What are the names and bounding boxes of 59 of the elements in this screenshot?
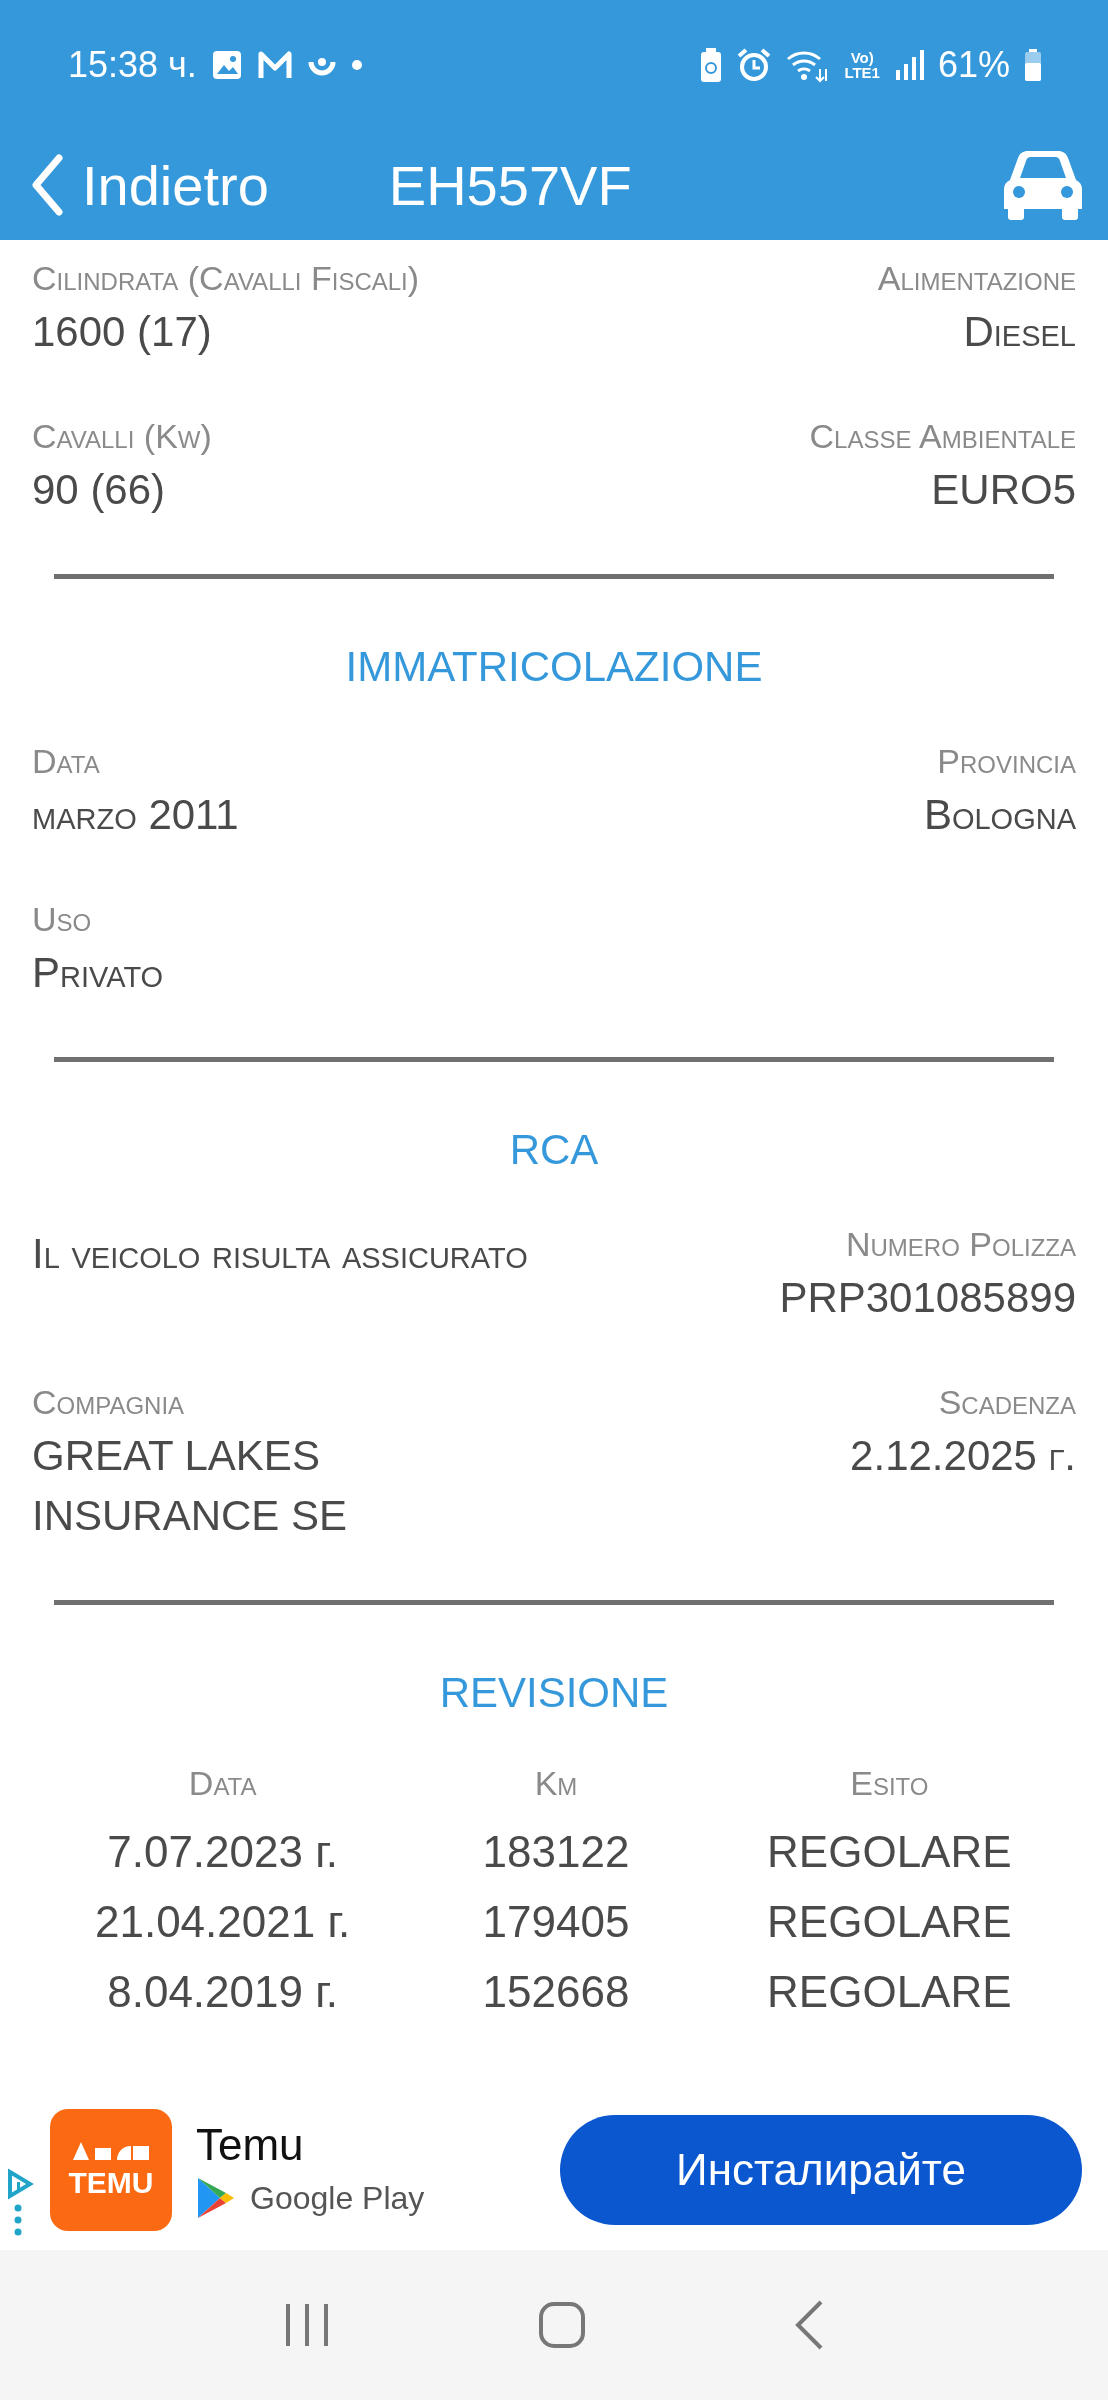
- dot-icon: [350, 59, 363, 71]
- field-label: Compagnia: [32, 1382, 186, 1422]
- field-label: Classe Ambientale: [809, 416, 1076, 456]
- field-value: Bologna: [923, 790, 1076, 840]
- field-label: Cavalli (Kw): [32, 416, 213, 456]
- field-value: Privato: [32, 948, 165, 998]
- app-logo: TEMU: [50, 2109, 172, 2231]
- mail-icon: [256, 50, 293, 80]
- section-title: IMMATRICOLAZIONE: [344, 642, 764, 692]
- field-value: 2.12.2025 г.: [850, 1431, 1076, 1481]
- toys-icon: [71, 2140, 151, 2162]
- section-title: REVISIONE: [438, 1668, 670, 1718]
- field-label: Alimentazione: [877, 258, 1076, 298]
- field-label: Cilindrata (Cavalli Fiscali): [32, 258, 421, 298]
- table-cell-text: 7.07.2023 г.: [106, 1826, 340, 1878]
- field-value: EURO5: [931, 465, 1076, 515]
- table-cell-text: 8.04.2019 г.: [106, 1966, 340, 2018]
- field-label: Data: [32, 741, 101, 781]
- field-value: marzo 2011: [32, 790, 240, 840]
- signal-icon: [893, 50, 924, 80]
- gallery-icon: [210, 49, 243, 81]
- chevron-left-icon: [30, 154, 64, 216]
- store-label: Google Play: [250, 2179, 425, 2217]
- install-button[interactable]: Инсталирайте: [560, 2115, 1082, 2225]
- table-cell-text: REGOLARE: [766, 1826, 1013, 1878]
- battery-icon: [1024, 49, 1042, 81]
- column-header: Km: [533, 1763, 579, 1804]
- app-name: Temu: [196, 2120, 305, 2170]
- field-value: 1600 (17): [32, 307, 213, 357]
- alarm-icon: [736, 47, 773, 83]
- field-label: Provincia: [937, 741, 1076, 781]
- table-cell-text: 179405: [481, 1896, 631, 1948]
- column-header: Data: [187, 1763, 258, 1804]
- car-icon[interactable]: [1002, 150, 1084, 220]
- table-cell-text: REGOLARE: [766, 1896, 1013, 1948]
- ad-choices-icon[interactable]: [6, 2168, 34, 2238]
- battery-percent: 61%: [937, 44, 1010, 86]
- battery-saver-icon: [700, 48, 723, 82]
- field-label: Scadenza: [938, 1382, 1076, 1422]
- field-label: Numero Polizza: [845, 1224, 1076, 1264]
- column-header: Esito: [849, 1763, 930, 1804]
- table-cell-text: REGOLARE: [766, 1966, 1013, 2018]
- field-value: GREAT LAKES INSURANCE SE: [32, 1431, 349, 1541]
- back-icon[interactable]: [794, 2300, 824, 2350]
- page-title: EH557VF: [388, 152, 632, 218]
- field-value: PRP301085899: [779, 1273, 1076, 1323]
- field-value: Il veicolo risulta assicurato: [32, 1229, 529, 1279]
- field-label: Uso: [32, 899, 93, 939]
- play-store-icon: [196, 2176, 236, 2220]
- status-time: 15:38 ч.: [68, 44, 197, 86]
- section-title: RCA: [508, 1125, 600, 1175]
- field-value: Diesel: [963, 307, 1076, 357]
- table-cell-text: 152668: [481, 1966, 631, 2018]
- field-value: 90 (66): [32, 465, 167, 515]
- table-cell-text: 21.04.2021 г.: [94, 1896, 352, 1948]
- home-icon[interactable]: [538, 2301, 586, 2349]
- recents-icon[interactable]: [284, 2302, 330, 2348]
- table-cell-text: 183122: [481, 1826, 631, 1878]
- volte-label: Vo) LTE1: [844, 50, 880, 80]
